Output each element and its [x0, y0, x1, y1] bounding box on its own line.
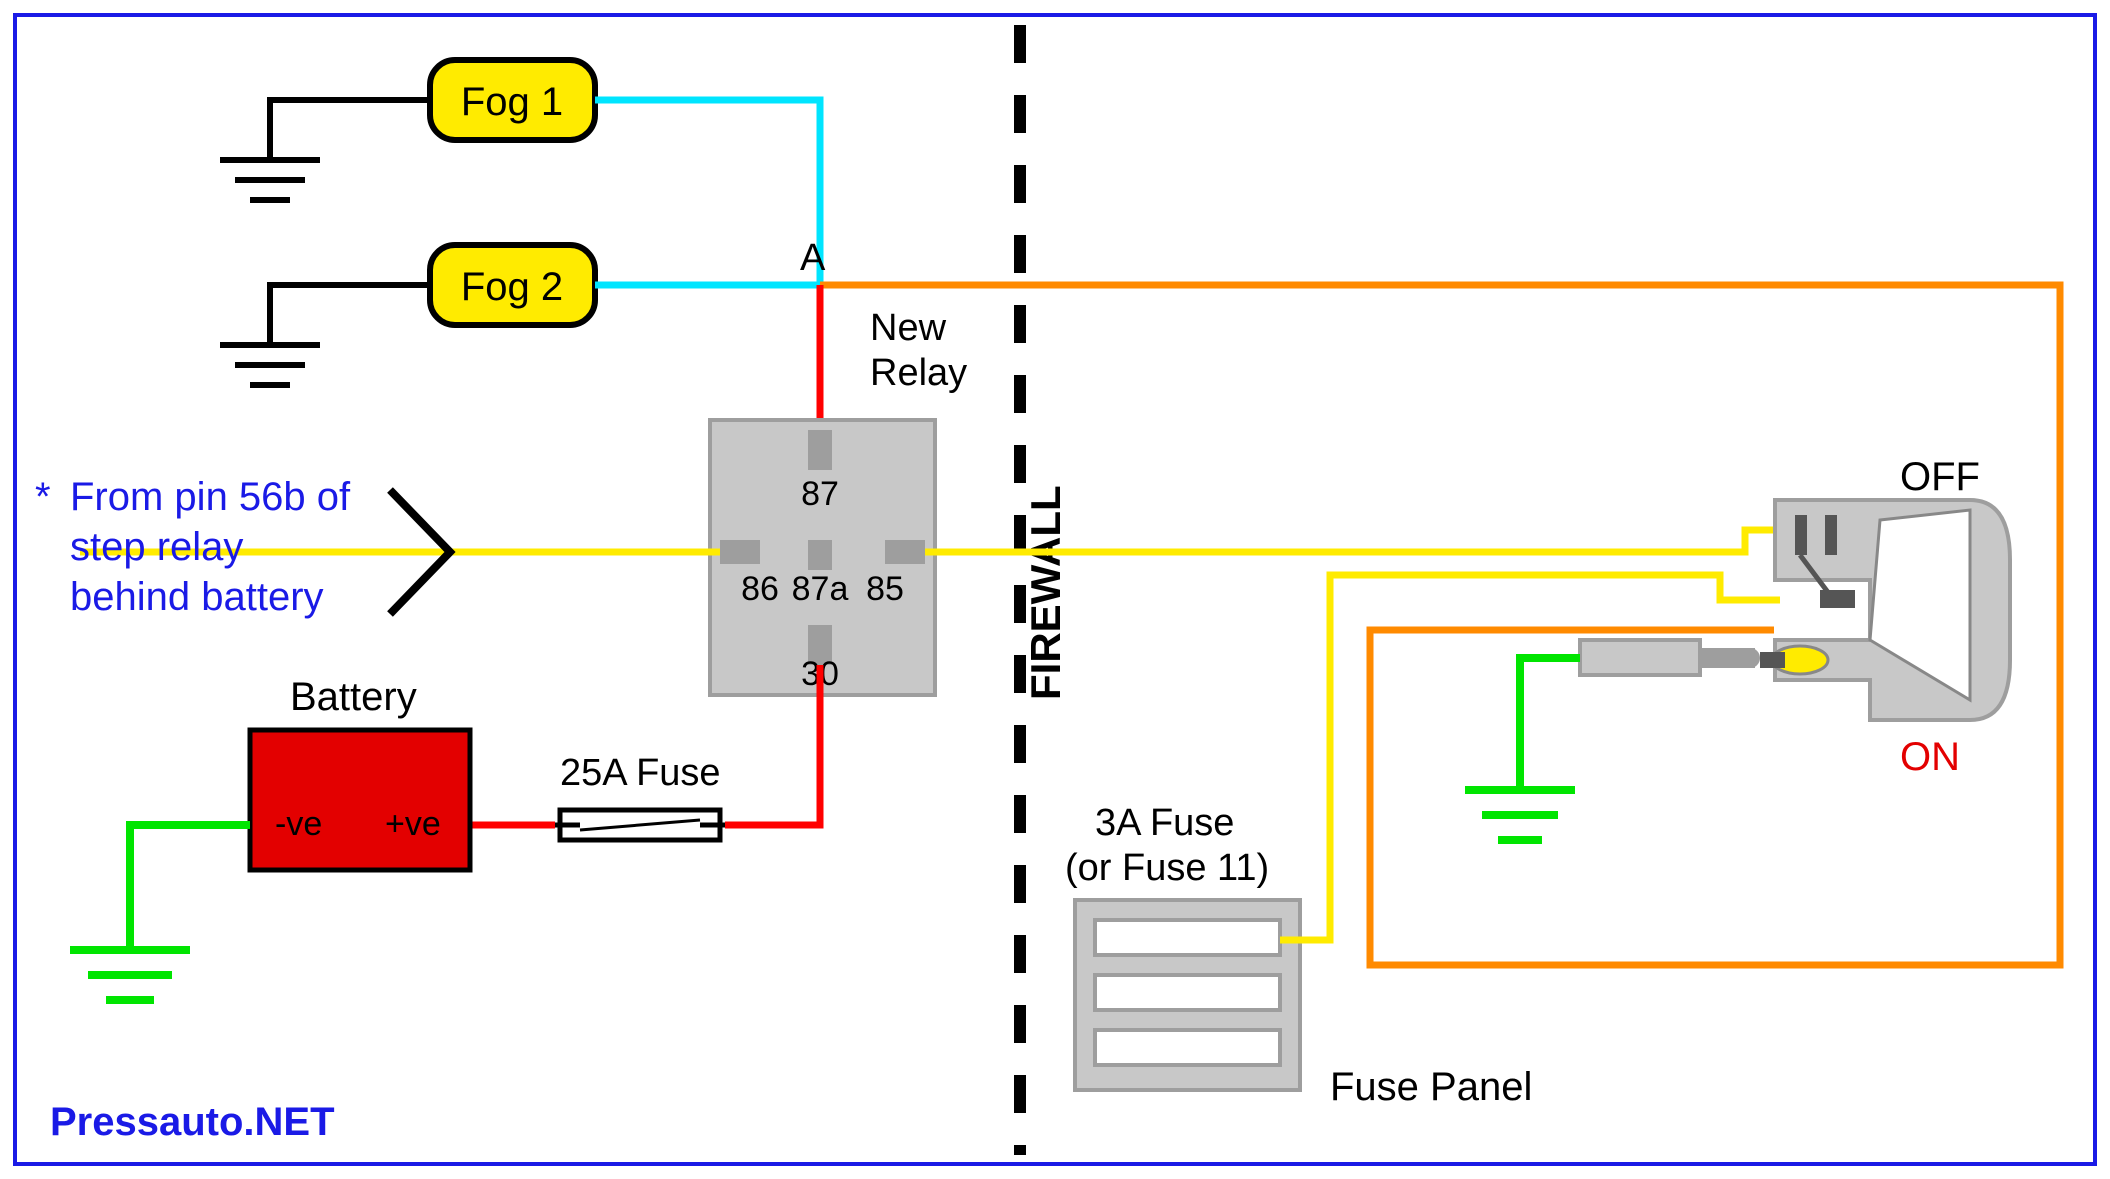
- wire-fog1-cyan: [595, 100, 820, 285]
- rocker-switch: [1760, 500, 2010, 720]
- fuse-panel-label: Fuse Panel: [1330, 1065, 1532, 1109]
- fuse-25a-label: 25A Fuse: [560, 752, 721, 794]
- node-a-label: A: [800, 237, 826, 279]
- relay-pin-87-label: 87: [801, 475, 839, 513]
- new-relay-label-2: Relay: [870, 352, 967, 394]
- ground-fog1-icon: [220, 100, 430, 200]
- ground-battery-icon: [70, 825, 250, 1000]
- relay: 87 86 87a 85 30: [710, 420, 935, 695]
- fog1-label: Fog 1: [461, 80, 563, 124]
- switch-off-label: OFF: [1900, 455, 1980, 499]
- battery-neg-label: -ve: [275, 805, 322, 843]
- note-line-2: step relay: [70, 525, 243, 569]
- wiring-diagram: FIREWALL Fog 1 Fog 2 A 87 86: [0, 0, 2110, 1179]
- battery: Battery -ve +ve: [250, 675, 470, 870]
- fuse-3a-sub-label: (or Fuse 11): [1065, 847, 1269, 889]
- battery-label: Battery: [290, 675, 417, 719]
- bulb-holder: [1580, 640, 1775, 675]
- ground-fog2-icon: [220, 285, 430, 385]
- fuse-25a: 25A Fuse: [555, 752, 725, 840]
- note-line-3: behind battery: [70, 575, 324, 619]
- note-star: *: [35, 475, 51, 519]
- relay-pin-85-label: 85: [866, 570, 904, 608]
- fuse-panel: 3A Fuse (or Fuse 11) Fuse Panel: [1065, 802, 1532, 1109]
- battery-pos-label: +ve: [385, 805, 441, 843]
- relay-pin-87a-label: 87a: [792, 570, 849, 608]
- firewall-label: FIREWALL: [1022, 485, 1069, 700]
- relay-pin-86-label: 86: [741, 570, 779, 608]
- fog2-label: Fog 2: [461, 265, 563, 309]
- attribution-label: Pressauto.NET: [50, 1100, 335, 1144]
- new-relay-label-1: New: [870, 307, 947, 349]
- switch-on-label: ON: [1900, 735, 1960, 779]
- fog1-light: Fog 1: [430, 60, 595, 140]
- fog2-light: Fog 2: [430, 245, 595, 325]
- ground-switch-icon: [1465, 658, 1580, 840]
- fuse-3a-label: 3A Fuse: [1095, 802, 1234, 844]
- note-line-1: From pin 56b of: [70, 475, 351, 519]
